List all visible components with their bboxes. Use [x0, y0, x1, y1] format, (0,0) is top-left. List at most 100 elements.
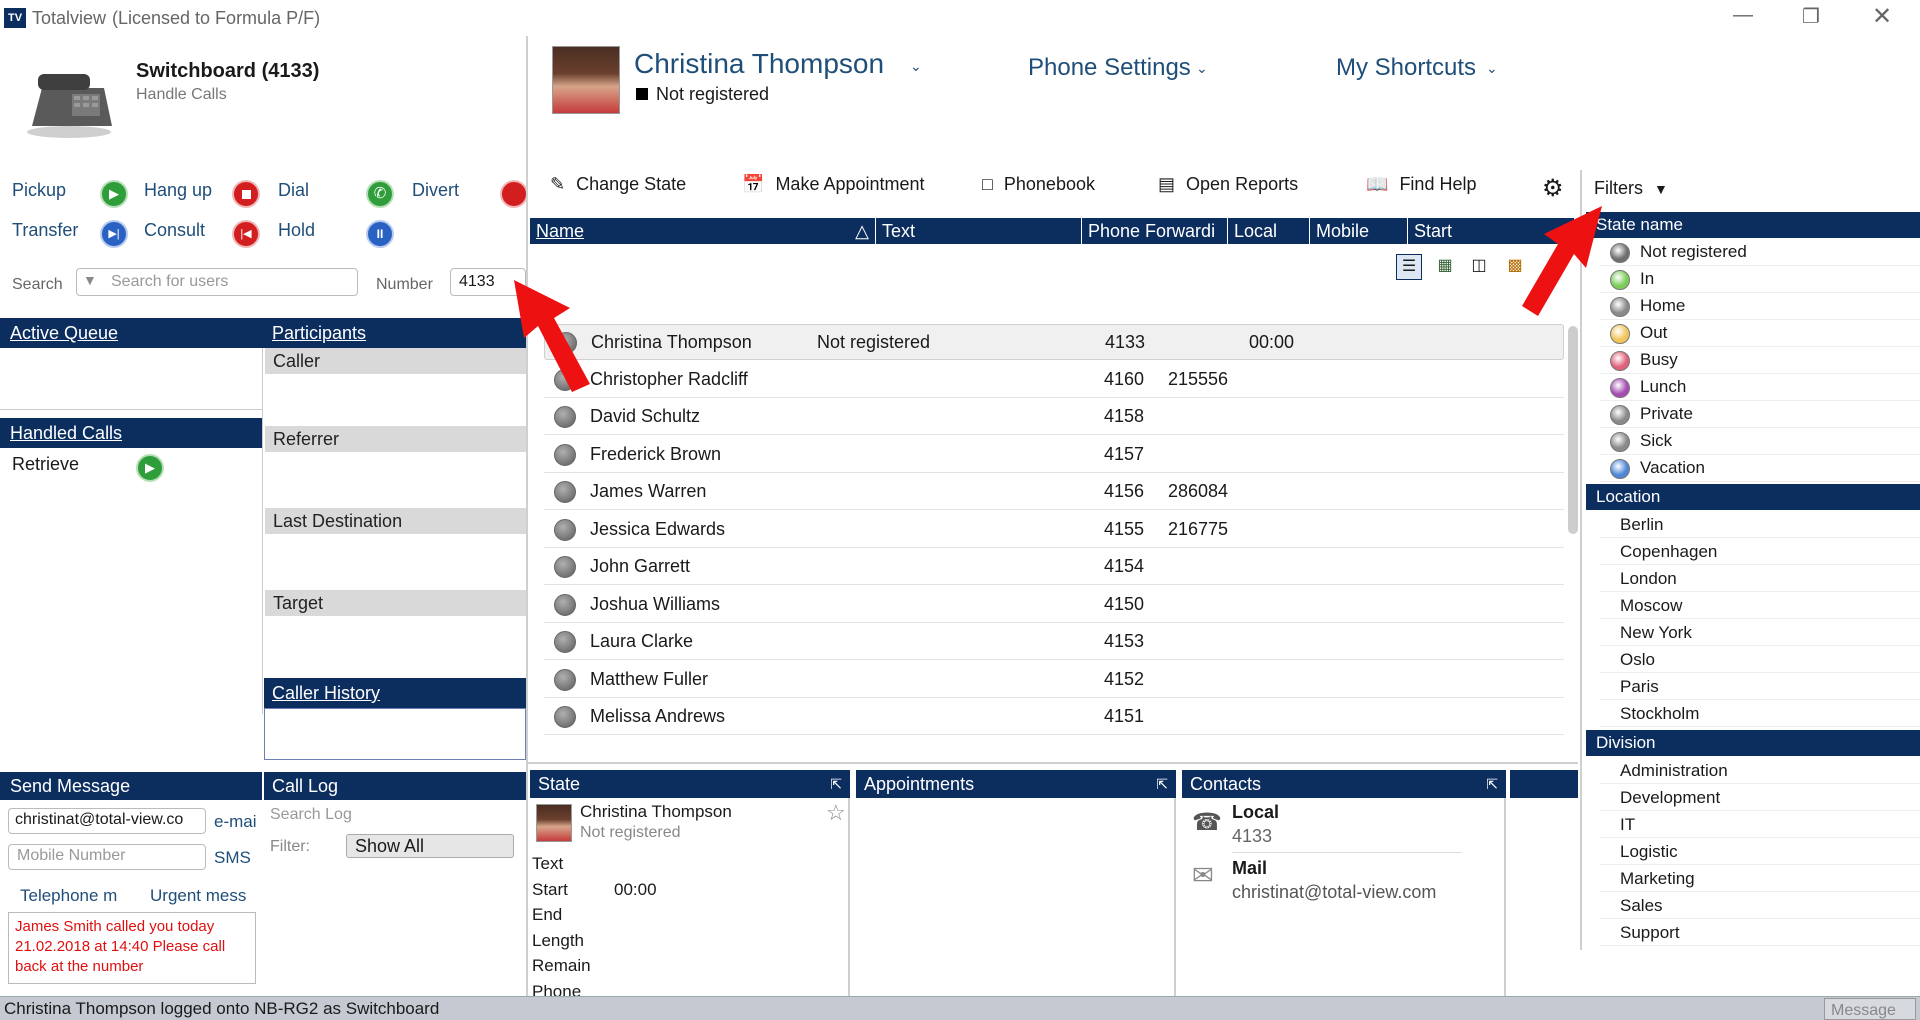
star-icon[interactable]: ☆ — [826, 800, 846, 826]
table-row[interactable]: Jessica Edwards 4155 216775 — [544, 512, 1564, 548]
expand-icon[interactable]: ⇱ — [830, 770, 842, 798]
location-filter-item[interactable]: New York — [1600, 620, 1920, 646]
make-appointment-button[interactable]: 📅 Make Appointment — [742, 174, 925, 204]
my-shortcuts-menu[interactable]: My Shortcuts — [1336, 54, 1476, 82]
hold-button[interactable]: Hold II — [278, 220, 398, 250]
gear-icon[interactable]: ⚙ — [1542, 174, 1564, 203]
consult-button[interactable]: Consult |◀ — [144, 220, 268, 250]
transfer-button[interactable]: Transfer ▶| — [12, 220, 132, 250]
profile-name[interactable]: Christina Thompson — [634, 48, 884, 80]
search-input[interactable]: ▼ Search for users — [76, 268, 358, 296]
grid-view-icon[interactable]: ▦ — [1432, 254, 1458, 280]
detail-view-icon[interactable]: ◫ — [1466, 254, 1492, 280]
dial-button[interactable]: Dial ✆ — [278, 180, 398, 210]
transfer-label: Transfer — [12, 220, 79, 240]
chevron-down-icon[interactable]: ⌄ — [1486, 60, 1498, 77]
table-row[interactable]: Christina Thompson Not registered 4133 00:0… — [544, 324, 1564, 360]
find-help-button[interactable]: 📖 Find Help — [1366, 174, 1476, 204]
email-send-button[interactable]: e-mai — [214, 812, 257, 832]
division-filter-item[interactable]: Support — [1600, 920, 1920, 946]
state-filter-item[interactable]: Vacation — [1600, 456, 1920, 482]
handled-calls-header[interactable]: Handled Calls — [0, 418, 262, 448]
row-name: Frederick Brown — [590, 443, 722, 464]
minimize-icon[interactable]: — — [1733, 4, 1753, 27]
table-row[interactable]: Frederick Brown 4157 — [544, 437, 1564, 473]
reports-icon: ▤ — [1158, 174, 1176, 194]
division-filter-item[interactable]: IT — [1600, 812, 1920, 838]
active-queue-header[interactable]: Active Queue — [0, 318, 262, 348]
table-row[interactable]: Melissa Andrews 4151 — [544, 699, 1564, 735]
restore-icon[interactable]: ❐ — [1802, 4, 1820, 29]
division-filter-item[interactable]: Marketing — [1600, 866, 1920, 892]
phone-settings-menu[interactable]: Phone Settings — [1028, 54, 1191, 82]
state-filter-item[interactable]: Lunch — [1600, 375, 1920, 401]
column-header-text[interactable]: Text — [876, 218, 1082, 244]
phonebook-button[interactable]: □ Phonebook — [982, 174, 1095, 204]
expand-icon[interactable]: ⇱ — [1156, 770, 1168, 798]
email-field[interactable]: christinat@total-view.co — [8, 808, 206, 834]
row-local: 4152 — [1104, 668, 1145, 689]
sms-send-button[interactable]: SMS — [214, 848, 251, 868]
table-row[interactable]: Christopher Radcliff 4160 215556 — [544, 362, 1564, 398]
table-row[interactable]: Joshua Williams 4150 — [544, 587, 1564, 623]
location-filter-item[interactable]: Oslo — [1600, 647, 1920, 673]
open-reports-button[interactable]: ▤ Open Reports — [1158, 174, 1298, 204]
state-filter-item[interactable]: Sick — [1600, 429, 1920, 455]
column-header-local[interactable]: Local — [1228, 218, 1310, 244]
state-filter-item[interactable]: Out — [1600, 321, 1920, 347]
state-filter-item[interactable]: Busy — [1600, 348, 1920, 374]
change-state-button[interactable]: ✎ Change State — [550, 174, 686, 204]
table-row[interactable]: John Garrett 4154 — [544, 549, 1564, 585]
scrollbar[interactable] — [1568, 326, 1578, 534]
table-row[interactable]: James Warren 4156 286084 — [544, 474, 1564, 510]
location-filter-item[interactable]: Moscow — [1600, 593, 1920, 619]
retrieve-button[interactable]: Retrieve ▶ — [12, 454, 172, 484]
caller-history-panel — [264, 708, 526, 760]
column-header-phone-forwarding[interactable]: Phone Forwardi — [1082, 218, 1228, 244]
search-log-input[interactable]: Search Log — [270, 806, 352, 824]
list-view-icon[interactable]: ☰ — [1396, 254, 1422, 280]
participants-header[interactable]: Participants — [262, 318, 528, 348]
state-filter-item[interactable]: Not registered — [1600, 240, 1920, 266]
filter-label: Filter: — [270, 838, 310, 855]
state-filter-item[interactable]: Private — [1600, 402, 1920, 428]
telephone-message-tab[interactable]: Telephone m — [20, 886, 117, 906]
close-icon[interactable]: ✕ — [1872, 2, 1892, 31]
hangup-button[interactable]: Hang up — [144, 180, 268, 210]
pickup-button[interactable]: Pickup ▶ — [12, 180, 132, 210]
division-filter-item[interactable]: Sales — [1600, 893, 1920, 919]
table-row[interactable]: Matthew Fuller 4152 — [544, 662, 1564, 698]
table-row[interactable]: David Schultz 4158 — [544, 399, 1564, 435]
location-filter-item[interactable]: Paris — [1600, 674, 1920, 700]
state-filter-item[interactable]: In — [1600, 267, 1920, 293]
location-filter-item[interactable]: London — [1600, 566, 1920, 592]
row-local: 4157 — [1104, 443, 1145, 464]
column-header-mobile[interactable]: Mobile — [1310, 218, 1408, 244]
state-filter-item[interactable]: Home — [1600, 294, 1920, 320]
state-field-label: Start — [532, 879, 568, 899]
expand-icon[interactable]: ⇱ — [1486, 770, 1498, 798]
message-textarea[interactable]: James Smith called you today 21.02.2018 … — [8, 912, 256, 984]
contact-mail-value[interactable]: christinat@total-view.com — [1232, 882, 1436, 903]
divert-button[interactable]: Divert — [412, 180, 528, 210]
division-filter-item[interactable]: Logistic — [1600, 839, 1920, 865]
divert-icon — [500, 180, 528, 208]
caller-history-header[interactable]: Caller History — [264, 678, 526, 708]
chevron-down-icon[interactable]: ⌄ — [1196, 60, 1208, 77]
filters-toggle[interactable]: Filters ▼ — [1594, 178, 1668, 199]
location-filter-item[interactable]: Stockholm — [1600, 701, 1920, 727]
active-queue-list[interactable] — [0, 348, 262, 410]
column-header-name[interactable]: Name △ — [530, 218, 876, 244]
urgent-message-tab[interactable]: Urgent mess — [150, 886, 246, 906]
chevron-down-icon[interactable]: ⌄ — [910, 58, 922, 75]
avatar — [552, 46, 620, 114]
message-box[interactable]: Message — [1824, 998, 1916, 1020]
filter-dropdown[interactable]: Show All — [346, 834, 514, 858]
location-filter-item[interactable]: Berlin — [1600, 512, 1920, 538]
row-local: 4151 — [1104, 706, 1145, 726]
mobile-field[interactable]: Mobile Number — [8, 844, 206, 870]
division-filter-item[interactable]: Administration — [1600, 758, 1920, 784]
table-row[interactable]: Laura Clarke 4153 — [544, 624, 1564, 660]
division-filter-item[interactable]: Development — [1600, 785, 1920, 811]
location-filter-item[interactable]: Copenhagen — [1600, 539, 1920, 565]
